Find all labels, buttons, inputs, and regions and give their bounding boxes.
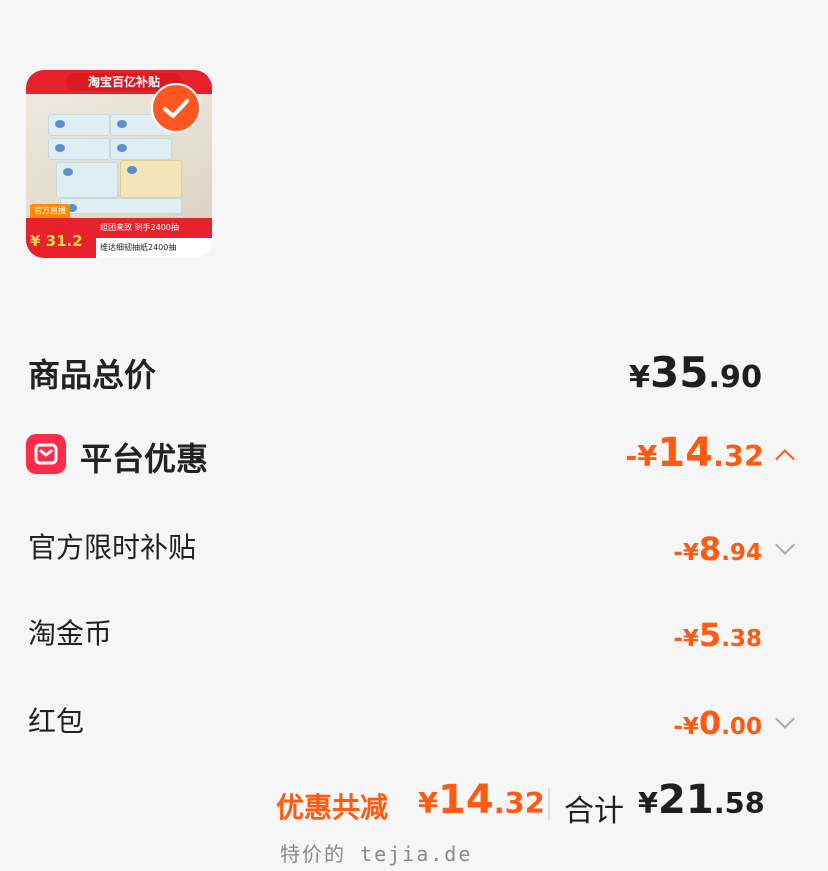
tissue-pack (48, 138, 110, 160)
footer-divider (548, 788, 550, 820)
sub-item-value: -¥8.94 (673, 530, 762, 568)
promo-ribbon: 官方直播 (30, 204, 70, 218)
tissue-pack (120, 160, 182, 198)
grand-total-label: 合计 (564, 794, 624, 829)
sub-item-label: 红包 (28, 705, 85, 738)
sub-item-value: -¥5.38 (673, 616, 762, 654)
expand-chevron-icon[interactable] (775, 535, 795, 555)
promo-strip: ¥ 31.2 官方直播 组团来致 到手2400抽 维达细韧抽纸2400抽 (26, 204, 212, 258)
platform-discount-value[interactable]: -¥14.32 (625, 430, 764, 476)
watermark: 特价的 tejia.de (280, 842, 473, 866)
platform-discount-label[interactable]: 平台优惠 (80, 434, 208, 480)
tissue-pack (48, 114, 110, 136)
promo-line-2: 维达细韧抽纸2400抽 (100, 243, 177, 252)
sub-item-label: 淘金币 (28, 617, 113, 650)
promo-price-box: ¥ 31.2 (26, 218, 96, 258)
tissue-pack (110, 138, 172, 160)
grand-total-value: ¥21.58 (638, 777, 765, 823)
collapse-chevron-icon[interactable] (775, 449, 795, 469)
tissue-pack (60, 198, 182, 214)
tissue-pack (56, 162, 118, 198)
goods-total-value: ¥35.90 (628, 348, 762, 397)
promo-price: ¥ 31.2 (30, 232, 83, 250)
goods-total-label: 商品总价 (28, 356, 157, 394)
sub-item-value: -¥0.00 (673, 704, 762, 742)
platform-discount-icon (26, 434, 66, 474)
expand-chevron-icon[interactable] (775, 709, 795, 729)
discount-total-label: 优惠共减 (276, 791, 389, 824)
promo-line-1: 组团来致 到手2400抽 (96, 218, 212, 238)
discount-total-value: ¥14.32 (418, 777, 545, 823)
sub-item-label: 官方限时补贴 (28, 531, 197, 564)
selected-check-icon[interactable] (150, 82, 202, 138)
